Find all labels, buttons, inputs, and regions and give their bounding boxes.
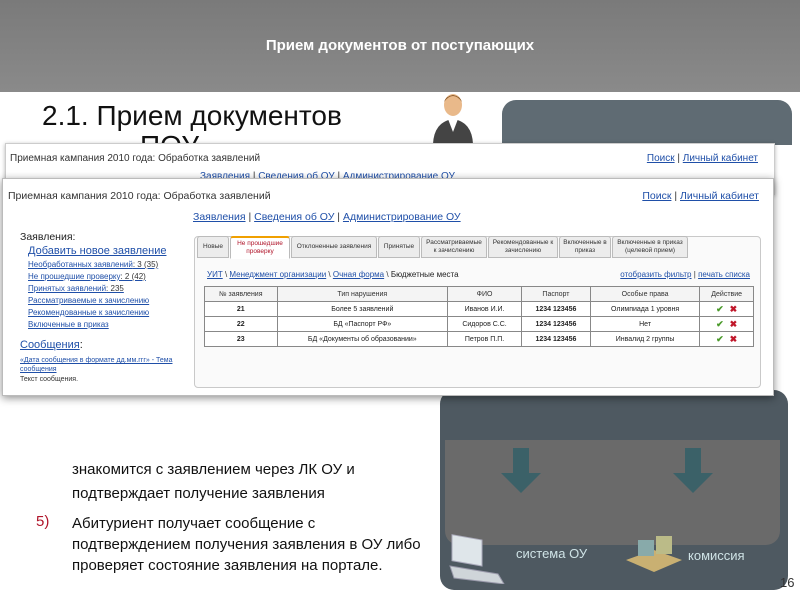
search-link[interactable]: Поиск	[647, 153, 675, 164]
print-list-link[interactable]: печать списка	[698, 270, 750, 279]
nav-administration[interactable]: Администрирование ОУ	[343, 211, 461, 223]
tab-in-order[interactable]: Включенные в приказ	[559, 236, 611, 258]
application-number: 21	[204, 301, 278, 317]
system-label: система ОУ	[516, 546, 588, 561]
window-title: Приемная кампания 2010 года: Обработка з…	[8, 190, 271, 202]
diagram-panel-top	[502, 100, 792, 145]
tab-failed-check[interactable]: Не прошедшие проверку	[230, 236, 290, 259]
person-icon	[433, 94, 473, 144]
step-5-number: 5)	[36, 513, 50, 530]
content-panel: Новые Не прошедшие проверку Отклоненные …	[194, 236, 761, 388]
page-number: 16	[780, 575, 795, 590]
nav-institution-info[interactable]: Сведения об ОУ	[254, 211, 334, 223]
column-header: ФИО	[447, 286, 523, 302]
cross-icon[interactable]: ✖	[730, 304, 738, 314]
passport: 1234 123456	[521, 331, 591, 347]
top-links: Поиск | Личный кабинет	[642, 190, 759, 202]
arrow-down-head-icon	[673, 473, 713, 493]
sidebar-item-in-order[interactable]: Включенные в приказ	[28, 320, 195, 329]
tab-in-order-target[interactable]: Включенные в приказ (целевой прием)	[612, 236, 688, 258]
messages-heading-colon: :	[79, 339, 83, 351]
violation-type: БД «Паспорт РФ»	[276, 316, 449, 332]
tab-rejected[interactable]: Отклоненные заявления	[291, 236, 377, 258]
full-name: Иванов И.И.	[447, 301, 523, 317]
table-row: 22 БД «Паспорт РФ» Сидоров С.С. 1234 123…	[204, 316, 754, 332]
tab-accepted[interactable]: Принятые	[378, 236, 420, 258]
arrow-down-icon	[513, 448, 529, 474]
special-rights: Нет	[589, 316, 701, 332]
table-row: 21 Более 5 заявлений Иванов И.И. 1234 12…	[204, 301, 754, 317]
content-actions: отобразить фильтр | печать списка	[620, 270, 750, 279]
banner-title: Прием документов от поступающих	[265, 37, 535, 54]
status-tabs: Новые Не прошедшие проверку Отклоненные …	[197, 236, 689, 259]
application-number: 23	[204, 331, 278, 347]
check-icon[interactable]: ✔	[716, 319, 724, 329]
header-banner: Прием документов от поступающих	[0, 0, 800, 92]
breadcrumb-full-time[interactable]: Очная форма	[333, 270, 384, 279]
messages-heading-row: Сообщения:	[20, 339, 195, 351]
table-header-row: № заявления Тип нарушения ФИО Паспорт Ос…	[204, 286, 754, 302]
passport: 1234 123456	[521, 301, 591, 317]
violation-type: Более 5 заявлений	[276, 301, 449, 317]
sidebar-item-recommended[interactable]: Рекомендованные к зачислению	[28, 308, 195, 317]
sidebar-heading: Заявления:	[20, 231, 76, 243]
column-header: Особые права	[589, 286, 701, 302]
bg-top-links: Поиск | Личный кабинет	[646, 153, 758, 164]
arrow-down-icon	[685, 448, 701, 474]
boxes-icon	[626, 536, 682, 572]
bg-window-title: Приемная кампания 2010 года: Обработка з…	[10, 153, 261, 164]
breadcrumb-budget: Бюджетные места	[390, 270, 459, 279]
column-header: Действие	[699, 286, 754, 302]
full-name: Сидоров С.С.	[447, 316, 523, 332]
nav-applications[interactable]: Заявления	[193, 211, 246, 223]
commission-label: комиссия	[688, 548, 745, 563]
special-rights: Инвалид 2 группы	[589, 331, 701, 347]
search-link[interactable]: Поиск	[642, 190, 671, 202]
check-icon[interactable]: ✔	[716, 304, 724, 314]
message-link[interactable]: «Дата сообщения в формате дд.мм.ггг» - Т…	[20, 356, 195, 374]
full-name: Петров П.П.	[447, 331, 523, 347]
sidebar: Заявления: Добавить новое заявление Необ…	[20, 231, 195, 383]
personal-account-link[interactable]: Личный кабинет	[680, 190, 759, 202]
table-row: 23 БД «Документы об образовании» Петров …	[204, 331, 754, 347]
column-header: № заявления	[204, 286, 278, 302]
slide-heading: 2.1. Прием документов	[42, 100, 342, 131]
breadcrumb-uit[interactable]: УИТ	[207, 270, 223, 279]
step-4-text: знакомится с заявлением через ЛК ОУ и по…	[72, 461, 355, 502]
breadcrumb: УИТ \ Менеджмент организации \ Очная фор…	[207, 270, 459, 279]
breadcrumb-management[interactable]: Менеджмент организации	[229, 270, 326, 279]
passport: 1234 123456	[521, 316, 591, 332]
tab-new[interactable]: Новые	[197, 236, 229, 258]
sidebar-item-unprocessed[interactable]: Необработанных заявлений: 3 (35)	[28, 260, 195, 269]
step-5-text: Абитуриент получает сообщение с подтверж…	[72, 515, 421, 574]
arrow-down-head-icon	[501, 473, 541, 493]
applications-table: № заявления Тип нарушения ФИО Паспорт Ос…	[204, 286, 754, 347]
actions-cell: ✔ ✖	[699, 331, 754, 347]
column-header: Паспорт	[521, 286, 591, 302]
application-number: 22	[204, 316, 278, 332]
tab-recommended[interactable]: Рекомендованные к зачислению	[488, 236, 558, 258]
personal-account-link[interactable]: Личный кабинет	[683, 153, 758, 164]
actions-cell: ✔ ✖	[699, 316, 754, 332]
laptop-icon	[449, 534, 505, 584]
message-text: Текст сообщения.	[20, 376, 79, 383]
tab-considered[interactable]: Рассматриваемые к зачислению	[421, 236, 487, 258]
main-nav: Заявления | Сведения об ОУ | Администрир…	[193, 211, 461, 223]
check-icon[interactable]: ✔	[716, 334, 724, 344]
cross-icon[interactable]: ✖	[730, 319, 738, 329]
sidebar-item-considered[interactable]: Рассматриваемые к зачислению	[28, 296, 195, 305]
sidebar-item-failed-check[interactable]: Не прошедшие проверку: 2 (42)	[28, 272, 195, 281]
messages-heading[interactable]: Сообщения	[20, 339, 80, 351]
sidebar-item-accepted[interactable]: Принятых заявлений: 235	[28, 284, 195, 293]
actions-cell: ✔ ✖	[699, 301, 754, 317]
special-rights: Олимпиада 1 уровня	[589, 301, 701, 317]
cross-icon[interactable]: ✖	[730, 334, 738, 344]
column-header: Тип нарушения	[276, 286, 449, 302]
add-application-link[interactable]: Добавить новое заявление	[28, 245, 195, 257]
violation-type: БД «Документы об образовании»	[276, 331, 449, 347]
main-window: Приемная кампания 2010 года: Обработка з…	[2, 178, 774, 396]
show-filter-link[interactable]: отобразить фильтр	[620, 270, 691, 279]
